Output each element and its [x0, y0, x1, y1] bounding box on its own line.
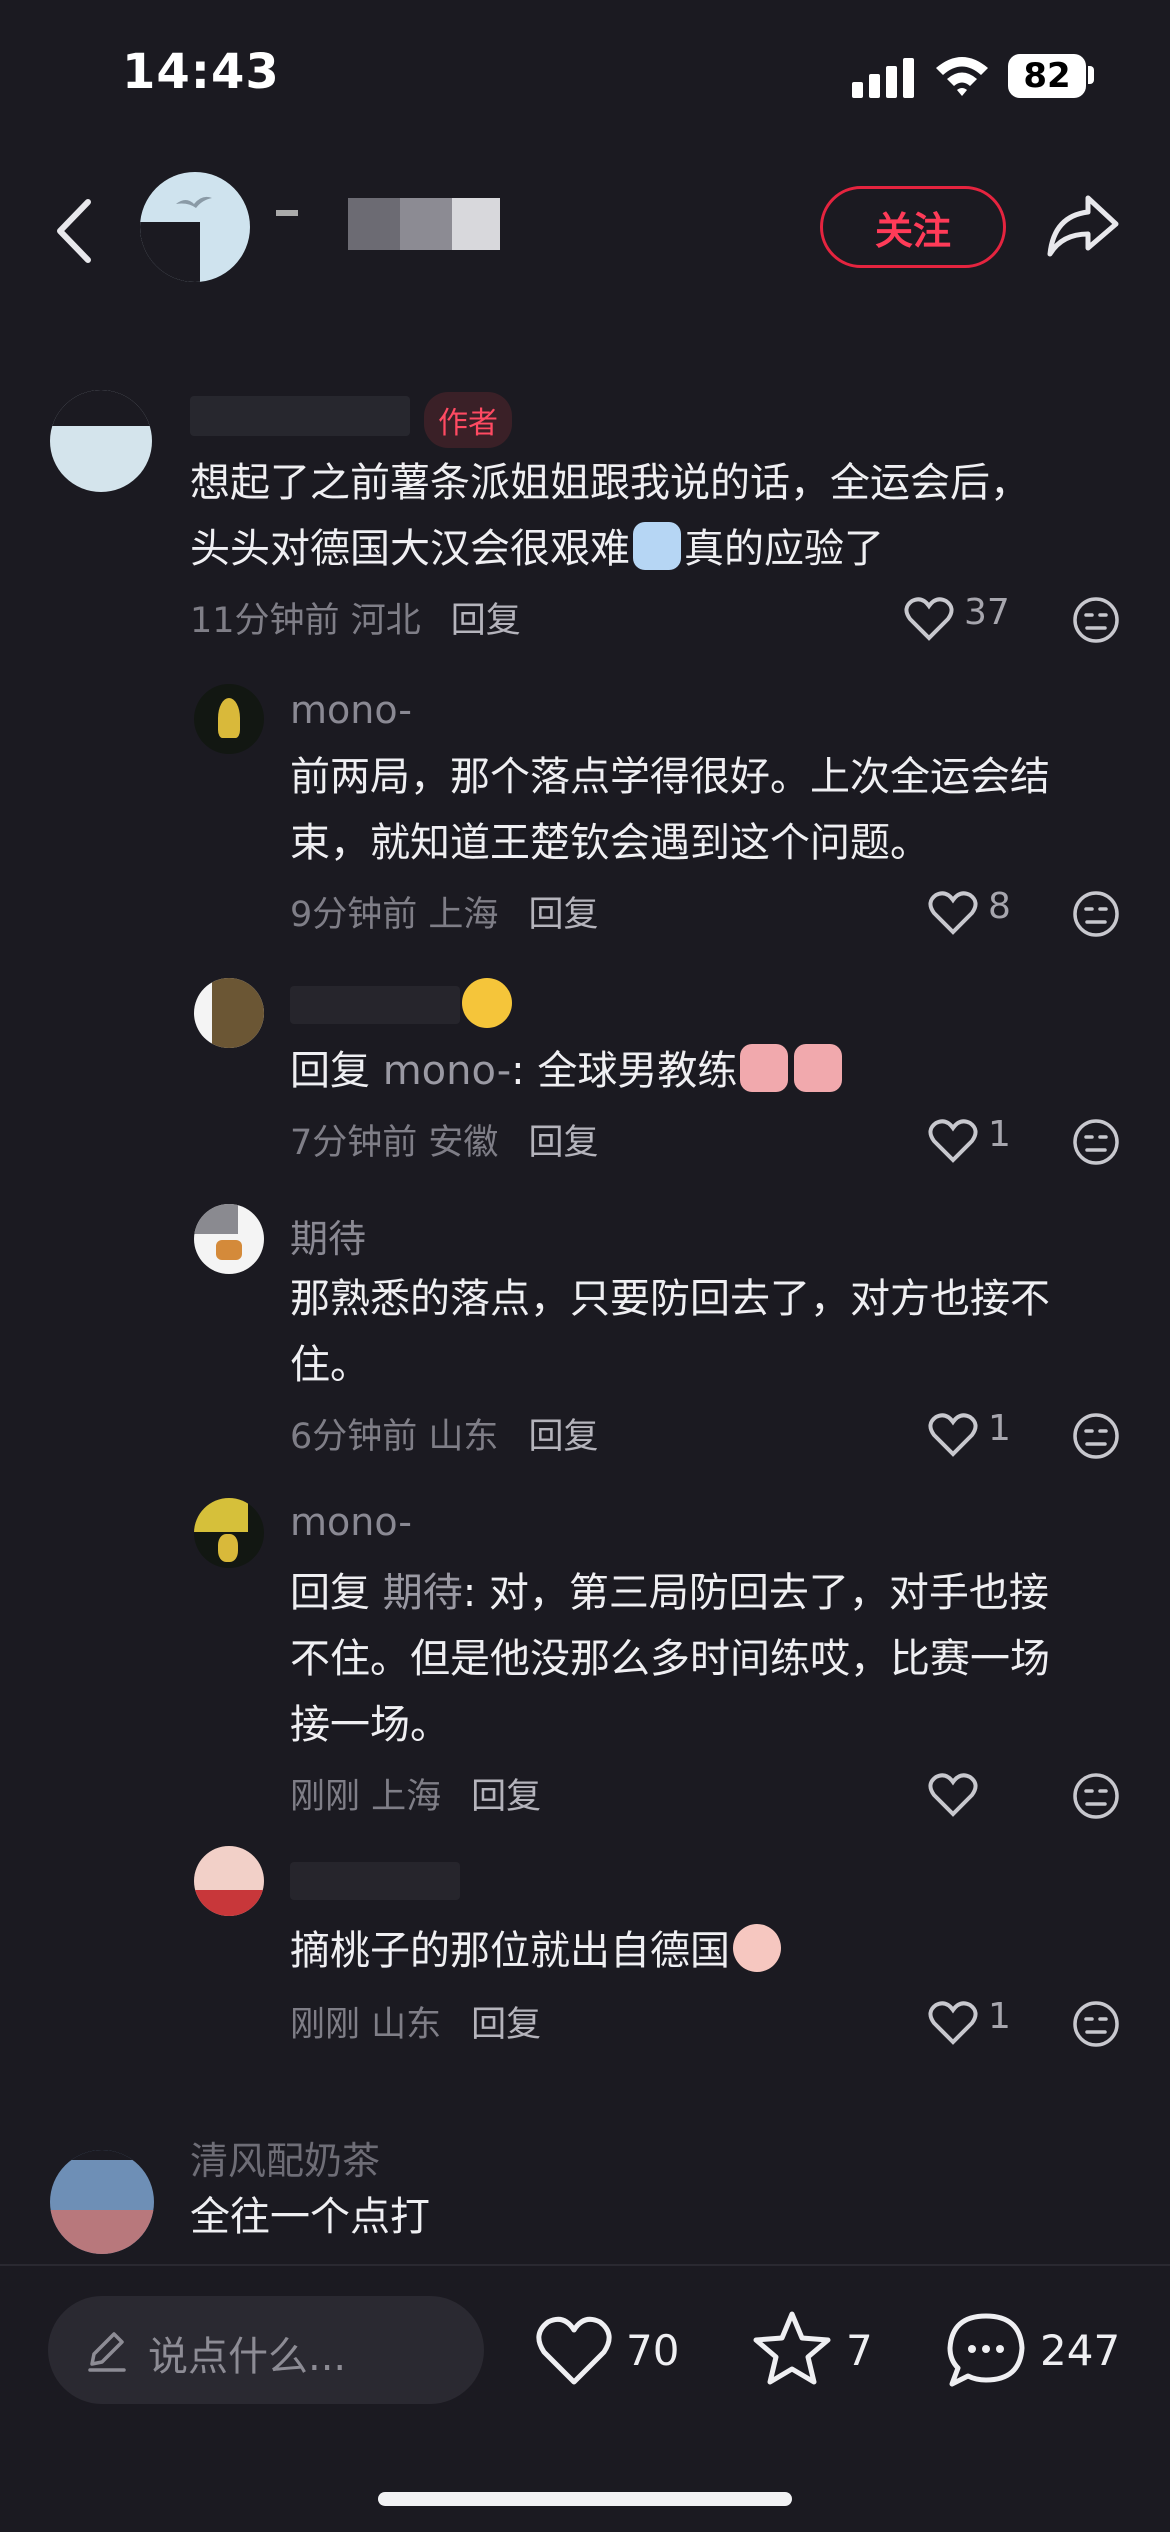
divider — [0, 2264, 1170, 2266]
heart-icon[interactable] — [928, 2000, 978, 2046]
dislike-face-icon[interactable] — [1072, 890, 1120, 938]
reply-button[interactable]: 回复 — [471, 1777, 541, 1817]
avatar[interactable] — [50, 390, 152, 492]
avatar[interactable] — [194, 1846, 264, 1916]
like-count: 37 — [964, 592, 1010, 633]
heart-icon[interactable] — [928, 1412, 978, 1458]
username: mono- — [290, 688, 413, 732]
author-avatar[interactable] — [140, 172, 250, 282]
avatar-redaction — [140, 222, 200, 282]
reply-button[interactable]: 回复 — [528, 1123, 598, 1163]
reply-button[interactable]: 回复 — [451, 601, 521, 641]
comment-text: 摘桃子的那位就出自德国 — [290, 1918, 1110, 1984]
star-icon[interactable] — [752, 2310, 832, 2386]
heart-icon[interactable] — [928, 890, 978, 936]
follow-button[interactable]: 关注 — [820, 186, 1006, 268]
username: mono- — [290, 1500, 413, 1544]
avatar[interactable] — [194, 1498, 264, 1568]
comment-meta: 刚刚 山东 回复 — [290, 2005, 542, 2045]
comment-meta: 7分钟前 安徽 回复 — [290, 1123, 599, 1163]
reply-button[interactable]: 回复 — [528, 1417, 598, 1457]
comment-text: 想起了之前薯条派姐姐跟我说的话，全运会后， 头头对德国大汉会很艰难 真的应验了 — [190, 460, 1030, 572]
username-redacted — [290, 986, 460, 1024]
crying-emoji-icon — [633, 522, 681, 570]
username: 清风配奶茶 — [190, 2139, 381, 2183]
heart-icon[interactable] — [534, 2312, 614, 2388]
home-indicator[interactable] — [378, 2492, 792, 2506]
comment-meta: 9分钟前 上海 回复 — [290, 895, 599, 935]
dislike-face-icon[interactable] — [1072, 1412, 1120, 1460]
status-time: 14:43 — [122, 44, 280, 100]
smile-emoji-icon — [462, 978, 512, 1028]
dislike-face-icon[interactable] — [1072, 1772, 1120, 1820]
comment-text: 回复 期待: 对，第三局防回去了，对手也接 不住。但是他没那么多时间练哎，比赛一… — [290, 1570, 1050, 1748]
comment-input[interactable]: 说点什么... — [48, 2296, 484, 2404]
comment-text: 回复 mono-: 全球男教练 — [290, 1038, 1110, 1104]
battery-level: 82 — [1023, 56, 1071, 96]
like-total: 70 — [626, 2326, 680, 2375]
comment-text: 全往一个点打 — [190, 2194, 430, 2240]
crying-emoji-icon — [740, 1044, 789, 1092]
reply-button[interactable]: 回复 — [471, 2005, 541, 2045]
comment-bubble-icon[interactable] — [946, 2312, 1026, 2388]
like-count: 1 — [988, 1996, 1011, 2037]
comment-text: 那熟悉的落点，只要防回去了，对方也接不 住。 — [290, 1276, 1050, 1388]
like-count: 1 — [988, 1408, 1011, 1449]
wifi-icon — [936, 57, 988, 96]
share-icon[interactable] — [1044, 190, 1120, 266]
dislike-face-icon[interactable] — [1072, 2000, 1120, 2048]
battery-icon: 82 — [1008, 54, 1086, 98]
comment-meta: 6分钟前 山东 回复 — [290, 1417, 599, 1457]
heart-icon[interactable] — [928, 1118, 978, 1164]
username: 期待 — [290, 1217, 367, 1261]
like-count: 8 — [988, 886, 1011, 927]
pencil-icon — [88, 2332, 126, 2372]
comment-meta: 11分钟前 河北 回复 — [190, 601, 521, 641]
comment-meta: 刚刚 上海 回复 — [290, 1777, 542, 1817]
comment-total: 247 — [1040, 2326, 1121, 2375]
username-redacted — [290, 1862, 460, 1900]
heart-icon[interactable] — [928, 1772, 978, 1818]
bird-icon — [176, 196, 212, 208]
cellular-signal-icon — [852, 58, 916, 98]
battery-nub — [1088, 66, 1094, 84]
comment-input-placeholder: 说点什么... — [148, 2334, 347, 2380]
dislike-face-icon[interactable] — [1072, 1118, 1120, 1166]
username-redacted — [190, 396, 410, 436]
dislike-face-icon[interactable] — [1072, 596, 1120, 644]
reply-button[interactable]: 回复 — [528, 895, 598, 935]
author-name-redacted[interactable] — [276, 198, 500, 250]
author-badge: 作者 — [424, 392, 512, 448]
avatar[interactable] — [194, 684, 264, 754]
star-total: 7 — [846, 2326, 873, 2375]
peach-emoji-icon — [733, 1924, 781, 1972]
crying-emoji-icon — [794, 1044, 843, 1092]
comment-text: 前两局，那个落点学得很好。上次全运会结 束，就知道王楚钦会遇到这个问题。 — [290, 754, 1050, 866]
heart-icon[interactable] — [904, 596, 954, 642]
like-count: 1 — [988, 1114, 1011, 1155]
avatar[interactable] — [194, 978, 264, 1048]
avatar[interactable] — [194, 1204, 264, 1274]
back-arrow-icon[interactable] — [50, 196, 98, 266]
avatar[interactable] — [50, 2150, 154, 2254]
